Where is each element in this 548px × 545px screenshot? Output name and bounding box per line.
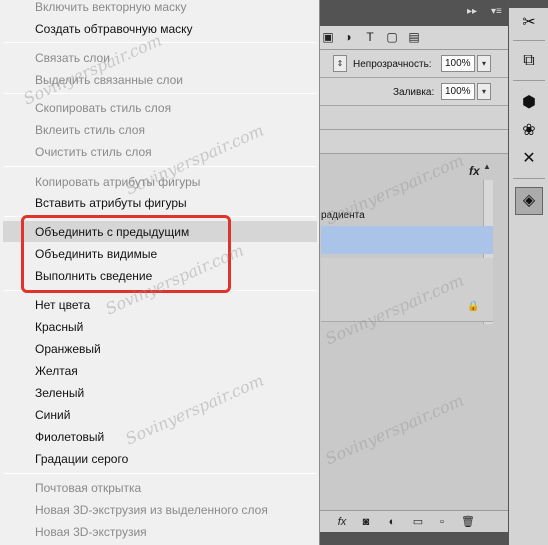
dock-separator xyxy=(513,80,545,81)
menu-item-postcard[interactable]: Почтовая открытка xyxy=(35,481,141,495)
menu-item-select-linked-layers[interactable]: Выделить связанные слои xyxy=(35,73,183,87)
smart-object-filter-icon[interactable]: ▤ xyxy=(407,30,421,44)
menu-item-grayscale[interactable]: Градации серого xyxy=(35,452,128,466)
blend-opacity-row: ⇕ Непрозрачность: 100% ▾ xyxy=(301,50,509,78)
fill-label: Заливка: xyxy=(393,87,435,98)
panel-header: ▸▸ ▾≡ xyxy=(301,0,509,26)
opacity-field[interactable]: 100% xyxy=(441,55,475,72)
dock-header xyxy=(509,0,548,8)
tools-icon[interactable]: ✂ xyxy=(520,14,538,32)
scroll-up-icon[interactable]: ▲ xyxy=(483,162,493,172)
menu-item-copy-shape-attributes[interactable]: Копировать атрибуты фигуры xyxy=(35,175,200,189)
highlight-annotation-box xyxy=(21,215,231,293)
cube-stack-icon[interactable]: ⧉ xyxy=(520,52,538,70)
group-folder-icon[interactable]: ▭ xyxy=(411,515,425,529)
filter-toolbar: ▣ ◑ T ▢ ▤ xyxy=(301,26,509,50)
menu-item-paste-shape-attributes[interactable]: Вставить атрибуты фигуры xyxy=(35,196,187,210)
new-layer-icon[interactable]: ▫ xyxy=(435,515,449,529)
opacity-dropdown[interactable]: ▾ xyxy=(477,55,491,72)
layers-footer: fx ◙ ◐ ▭ ▫ 🗑 xyxy=(301,510,509,532)
collapse-icon[interactable]: ▸▸ xyxy=(467,7,477,17)
blend-mode-arrow[interactable]: ⇕ xyxy=(333,55,347,72)
3d-cube-icon[interactable]: ⬢ xyxy=(520,94,538,112)
menu-item-new-3d-extrusion[interactable]: Новая 3D-экструзия xyxy=(35,525,147,539)
menu-item-green[interactable]: Зеленый xyxy=(35,386,84,400)
menu-item-red[interactable]: Красный xyxy=(35,320,83,334)
fx-icon[interactable]: fx xyxy=(469,164,480,178)
image-filter-icon[interactable]: ▣ xyxy=(321,30,335,44)
adjustment-filter-icon[interactable]: ◑ xyxy=(341,30,355,44)
layers-icon: ◈ xyxy=(522,192,536,209)
menu-item-yellow[interactable]: Желтая xyxy=(35,364,78,378)
menu-item-3d-extrusion-from-layer[interactable]: Новая 3D-экструзия из выделенного слоя xyxy=(35,503,268,517)
layer-effect-label: радиента xyxy=(321,210,365,221)
menu-item-enable-vector-mask[interactable]: Включить векторную маску xyxy=(35,0,186,14)
selected-layer[interactable] xyxy=(321,226,493,254)
context-menu: Включить векторную маску Создать обтраво… xyxy=(0,0,320,545)
dock-separator xyxy=(513,178,545,179)
menu-item-link-layers[interactable]: Связать слои xyxy=(35,51,110,65)
layers-list: fx ▲ радиента 🔒 xyxy=(301,154,509,510)
menu-item-violet[interactable]: Фиолетовый xyxy=(35,430,104,444)
menu-item-no-color[interactable]: Нет цвета xyxy=(35,298,90,312)
panel-spacer xyxy=(301,106,509,130)
panel-spacer-2 xyxy=(301,130,509,154)
adjustment-layer-icon[interactable]: ◐ xyxy=(385,515,399,529)
menu-item-blue[interactable]: Синий xyxy=(35,408,70,422)
menu-separator xyxy=(4,473,316,474)
menu-item-paste-layer-style[interactable]: Вклеить стиль слоя xyxy=(35,123,145,137)
menu-separator xyxy=(4,42,316,43)
layers-panel: ▸▸ ▾≡ ▣ ◑ T ▢ ▤ ⇕ Непрозрачность: 100% ▾… xyxy=(300,0,509,545)
panel-bottom-bar xyxy=(301,532,509,545)
dock-separator xyxy=(513,40,545,41)
channels-icon[interactable]: ❀ xyxy=(520,122,538,140)
type-filter-icon[interactable]: T xyxy=(363,30,377,44)
opacity-label: Непрозрачность: xyxy=(353,59,432,70)
menu-separator xyxy=(4,166,316,167)
right-dock: ✂ ⧉ ⬢ ❀ ✕ ◈ xyxy=(508,0,548,545)
menu-separator xyxy=(4,93,316,94)
fill-row: Заливка: 100% ▾ xyxy=(301,78,509,106)
paths-icon[interactable]: ✕ xyxy=(520,150,538,168)
menu-item-create-clipping-mask[interactable]: Создать обтравочную маску xyxy=(35,22,193,36)
fx-footer-icon[interactable]: fx xyxy=(335,515,349,529)
lock-icon: 🔒 xyxy=(467,301,480,312)
trash-icon[interactable]: 🗑 xyxy=(461,515,475,529)
menu-item-clear-layer-style[interactable]: Очистить стиль слоя xyxy=(35,145,152,159)
add-mask-icon[interactable]: ◙ xyxy=(359,515,373,529)
menu-item-orange[interactable]: Оранжевый xyxy=(35,342,101,356)
menu-item-copy-layer-style[interactable]: Скопировать стиль слоя xyxy=(35,101,171,115)
fill-field[interactable]: 100% xyxy=(441,83,475,100)
shape-filter-icon[interactable]: ▢ xyxy=(385,30,399,44)
panel-menu-icon[interactable]: ▾≡ xyxy=(491,7,502,17)
fill-dropdown[interactable]: ▾ xyxy=(477,83,491,100)
